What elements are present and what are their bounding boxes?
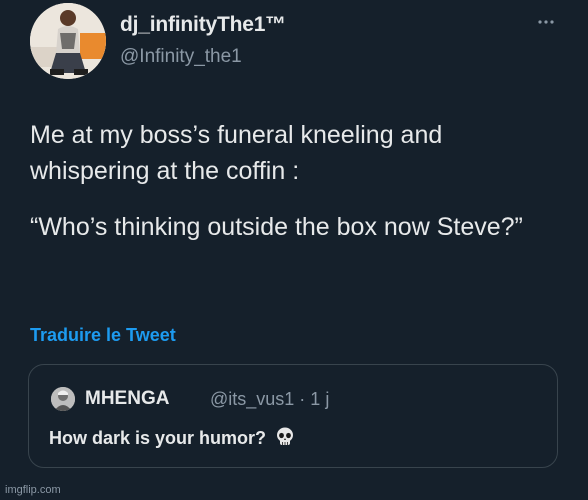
quote-author-avatar[interactable] xyxy=(51,387,75,411)
quote-avatar-photo xyxy=(51,387,75,411)
quote-text-content: How dark is your humor? xyxy=(49,428,267,448)
tweet-card: dj_infinityThe1™ @Infinity_the1 Me at my… xyxy=(0,0,588,500)
more-horizontal-icon[interactable] xyxy=(536,16,556,28)
translate-tweet-link[interactable]: Traduire le Tweet xyxy=(30,325,176,346)
quote-text: How dark is your humor? xyxy=(49,426,296,449)
tweet-text-paragraph-1: Me at my boss’s funeral kneeling and whi… xyxy=(30,121,443,185)
skull-icon xyxy=(277,427,294,445)
quote-author-name[interactable]: MHENGA xyxy=(85,388,169,410)
tweet-text-paragraph-2: “Who’s thinking outside the box now Stev… xyxy=(30,213,523,241)
quote-author-meta: @its_vus1 · 1 j xyxy=(210,389,330,409)
author-handle[interactable]: @Infinity_the1 xyxy=(120,46,242,68)
imgflip-watermark: imgflip.com xyxy=(5,484,61,496)
author-display-name[interactable]: dj_infinityThe1™ xyxy=(120,13,286,37)
author-avatar[interactable] xyxy=(30,3,106,79)
avatar-photo xyxy=(30,3,106,79)
quoted-tweet-card[interactable]: MHENGA @its_vus1 · 1 j How dark is your … xyxy=(28,364,558,468)
